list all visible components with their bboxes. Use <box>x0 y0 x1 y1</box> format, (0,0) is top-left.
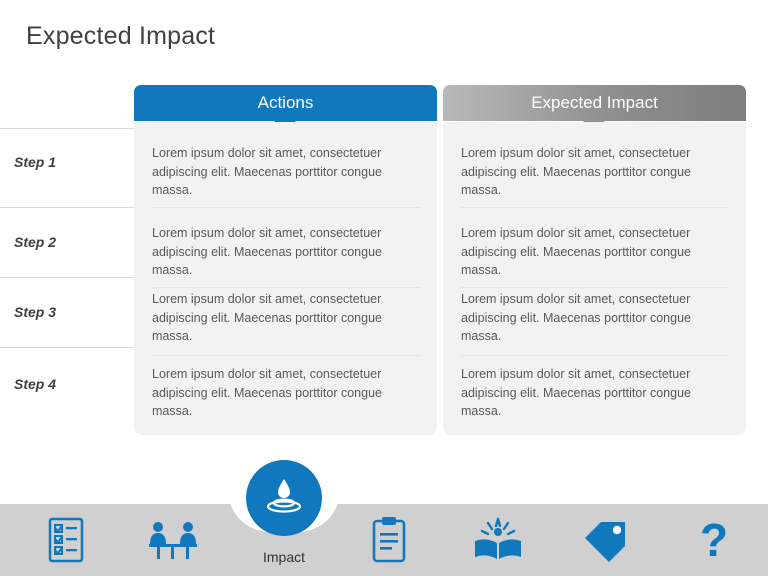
question-mark-icon: ? <box>697 516 731 564</box>
nav-item-checklist[interactable] <box>38 514 94 566</box>
meeting-table-icon <box>146 518 200 562</box>
nav-item-tag[interactable] <box>578 514 634 566</box>
nav-item-clipboard[interactable] <box>361 514 417 566</box>
column-header-actions-label: Actions <box>257 93 314 112</box>
step-label-2: Step 2 <box>14 234 57 250</box>
row-divider <box>152 355 420 356</box>
row-divider <box>461 287 729 288</box>
step-divider <box>0 277 134 278</box>
column-header-expected-impact: Expected Impact <box>443 85 746 121</box>
table-cell-actions-1: Lorem ipsum dolor sit amet, consectetuer… <box>152 146 382 197</box>
nav-item-knowledge[interactable] <box>470 514 526 566</box>
step-label-3: Step 3 <box>14 304 57 320</box>
svg-text:?: ? <box>700 516 728 564</box>
nav-item-impact-active[interactable] <box>246 460 322 536</box>
page-title: Expected Impact <box>26 22 216 50</box>
table-cell-actions-4: Lorem ipsum dolor sit amet, consectetuer… <box>152 367 382 418</box>
nav-item-help[interactable]: ? <box>686 514 742 566</box>
table-cell-impact-3: Lorem ipsum dolor sit amet, consectetuer… <box>461 292 691 343</box>
open-book-idea-icon <box>470 515 526 565</box>
row-divider <box>461 207 729 208</box>
table-cell-actions-2: Lorem ipsum dolor sit amet, consectetuer… <box>152 226 382 277</box>
step-label-4: Step 4 <box>14 376 57 392</box>
table-cell-impact-4: Lorem ipsum dolor sit amet, consectetuer… <box>461 367 691 418</box>
table-cell-actions-3: Lorem ipsum dolor sit amet, consectetuer… <box>152 292 382 343</box>
column-header-expected-impact-label: Expected Impact <box>531 93 658 112</box>
step-divider <box>0 207 134 208</box>
nav-item-meeting[interactable] <box>145 514 201 566</box>
table-cell-impact-1: Lorem ipsum dolor sit amet, consectetuer… <box>461 146 691 197</box>
row-divider <box>152 207 420 208</box>
clipboard-icon <box>369 516 409 564</box>
step-divider <box>0 128 134 129</box>
step-label-1: Step 1 <box>14 154 57 170</box>
table-cell-impact-2: Lorem ipsum dolor sit amet, consectetuer… <box>461 226 691 277</box>
column-header-actions: Actions <box>134 85 437 121</box>
row-divider <box>152 287 420 288</box>
nav-item-impact-label: Impact <box>262 549 305 565</box>
price-tag-icon <box>581 518 631 562</box>
checklist-icon <box>44 517 88 563</box>
step-divider <box>0 347 134 348</box>
impact-ripple-icon <box>261 473 307 524</box>
row-divider <box>461 355 729 356</box>
slide: Expected Impact Actions Expected Impact … <box>0 0 768 576</box>
